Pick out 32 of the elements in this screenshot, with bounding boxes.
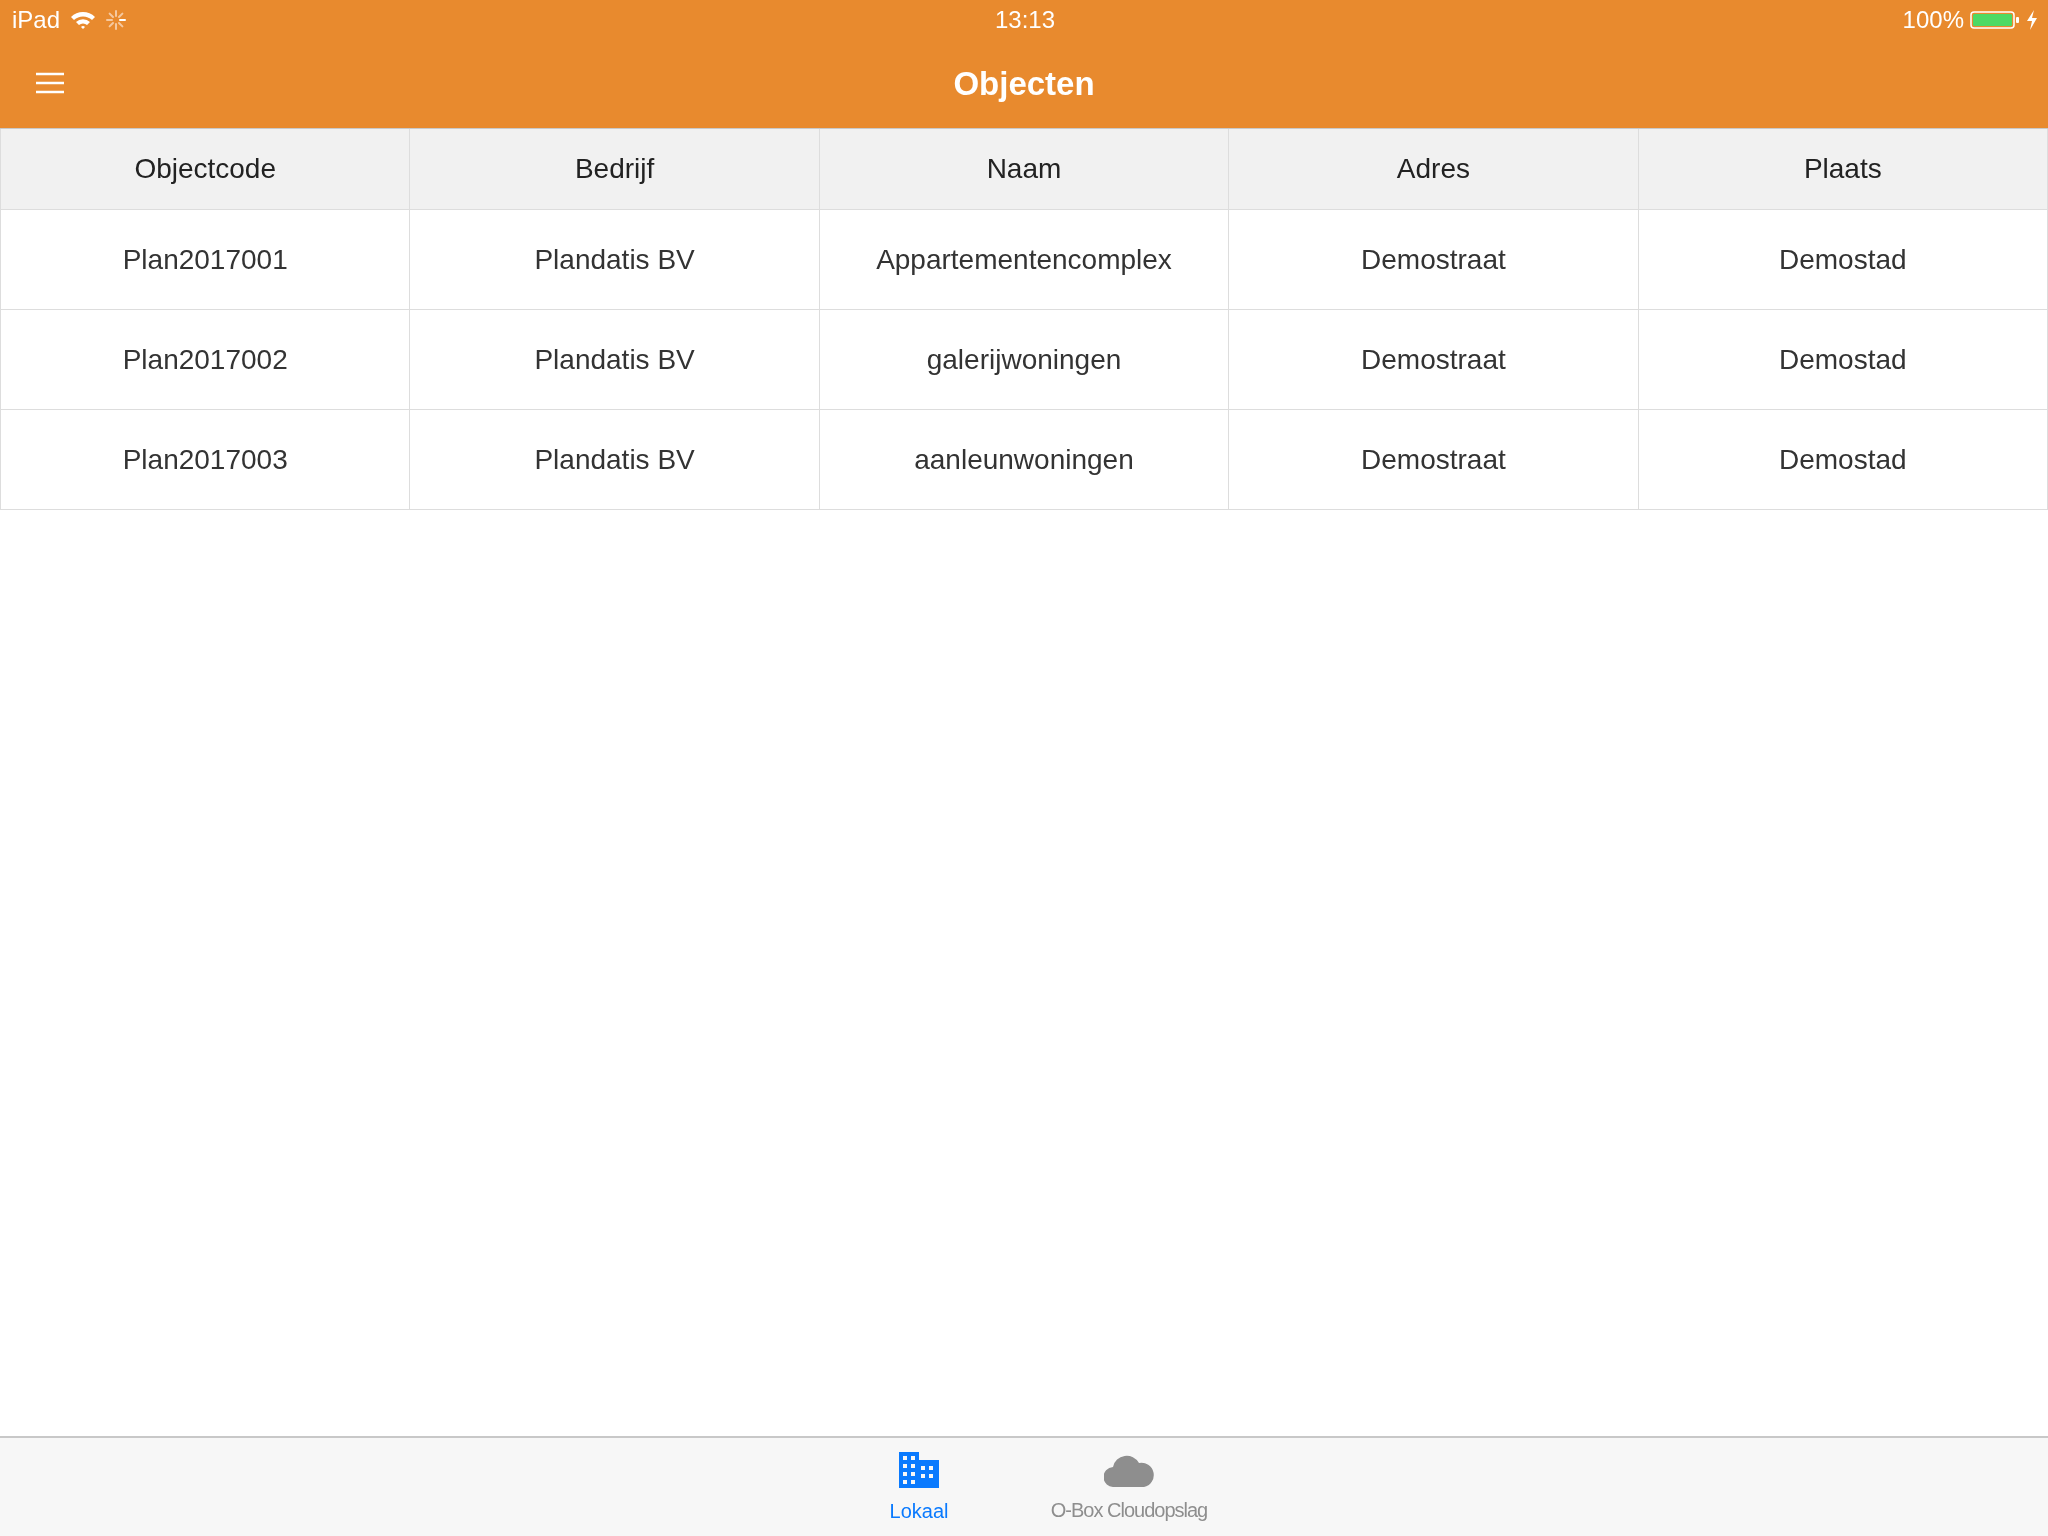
menu-icon xyxy=(36,72,64,94)
device-name: iPad xyxy=(12,6,61,34)
column-header: Objectcode xyxy=(1,129,411,210)
table-cell: Demostraat xyxy=(1229,410,1639,510)
table-cell: Plan2017001 xyxy=(1,210,411,310)
tab-bar-item[interactable]: Lokaal xyxy=(834,1438,1004,1536)
column-header: Bedrijf xyxy=(410,129,820,210)
battery-icon xyxy=(1970,11,2020,29)
table-cell: Demostad xyxy=(1638,410,2048,510)
table-cell: Plan2017003 xyxy=(1,410,411,510)
table-cell: Demostad xyxy=(1638,310,2048,410)
table-cell: Demostraat xyxy=(1229,210,1639,310)
status-time: 13:13 xyxy=(994,6,1056,34)
activity-spinner-icon xyxy=(106,10,127,30)
table-cell: aanleunwoningen xyxy=(819,410,1230,510)
table-cell: Plan2017002 xyxy=(1,310,411,410)
battery-percentage: 100% xyxy=(1902,6,1964,34)
table-cell: galerijwoningen xyxy=(819,310,1230,410)
table-cell: Plandatis BV xyxy=(410,210,820,310)
table-cell: Plandatis BV xyxy=(410,410,820,510)
column-header: Adres xyxy=(1229,129,1639,210)
column-header: Naam xyxy=(819,129,1230,210)
table-cell: Appartementencomplex xyxy=(819,210,1230,310)
table-cell: Demostad xyxy=(1638,210,2048,310)
table-cell: Demostraat xyxy=(1229,310,1639,410)
tab-bar-item[interactable]: O-Box Cloudopslag xyxy=(1044,1438,1214,1536)
charging-bolt-icon xyxy=(2026,10,2038,30)
table-cell: Plandatis BV xyxy=(410,310,820,410)
wifi-icon xyxy=(70,10,97,30)
building-icon xyxy=(899,1451,939,1488)
page-title: Objecten xyxy=(953,65,1095,103)
column-header: Plaats xyxy=(1638,129,2048,210)
